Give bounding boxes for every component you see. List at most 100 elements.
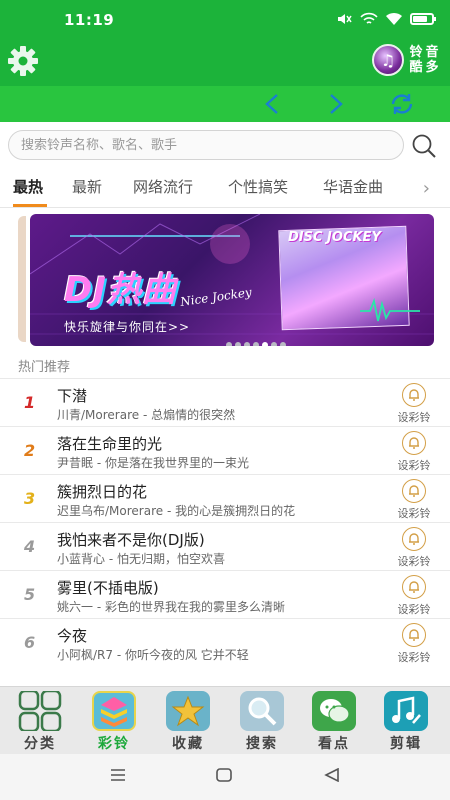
set-ringback-label: 设彩铃: [397, 651, 431, 664]
nav-label: 收藏: [172, 736, 204, 752]
magnifier-icon: [240, 691, 284, 731]
song-title: 雾里(不插电版): [57, 579, 159, 597]
song-meta: 姚六一 - 彩色的世界我在我的雾里多么清晰: [57, 600, 285, 614]
forward-button[interactable]: [322, 90, 350, 118]
signal-wifi-icon: [360, 12, 378, 24]
nav-item-favorites[interactable]: 收藏: [158, 691, 218, 755]
section-title: 热门推荐: [18, 360, 71, 375]
tab-hottest[interactable]: 最热: [13, 176, 43, 197]
bell-icon: [402, 431, 426, 455]
banner-album-text: DISC JOCKEY: [288, 230, 381, 245]
active-tab-indicator: [13, 204, 47, 207]
bell-icon: [402, 527, 426, 551]
song-row[interactable]: 2 落在生命里的光 尹昔眠 - 你是落在我世界里的一束光 设彩铃: [0, 426, 450, 474]
set-ringback-label: 设彩铃: [397, 603, 431, 616]
brand-char: 音: [425, 45, 439, 60]
chevron-right-icon: [330, 94, 343, 114]
song-title: 下潜: [57, 387, 88, 405]
chevron-right-icon[interactable]: ›: [423, 178, 430, 199]
nav-item-category[interactable]: 分类: [10, 691, 70, 755]
home-icon[interactable]: [216, 768, 232, 782]
carousel-dots: [226, 342, 286, 346]
song-meta: 小蓝背心 - 怕无归期，怕空欢喜: [57, 552, 225, 566]
brand-logo: ♫ 铃 音 酷 多: [372, 44, 440, 76]
set-ringback-button[interactable]: 设彩铃: [392, 575, 436, 617]
brand-char: 铃: [409, 45, 423, 60]
set-ringback-button[interactable]: 设彩铃: [392, 623, 436, 665]
search-row: [0, 122, 450, 168]
song-title: 簇拥烈日的花: [57, 483, 148, 501]
banner-slide[interactable]: DJ热曲 Nice Jockey 快乐旋律与你同在>> DISC JOCKEY: [30, 214, 434, 346]
battery-icon: [410, 13, 436, 25]
chevron-left-icon: [265, 94, 278, 114]
carousel-dot[interactable]: [244, 342, 250, 346]
wifi-icon: [386, 12, 402, 25]
carousel-dot-active[interactable]: [262, 342, 268, 346]
star-icon: [166, 691, 210, 731]
menu-icon[interactable]: [110, 768, 126, 782]
set-ringback-button[interactable]: 设彩铃: [392, 431, 436, 473]
bell-icon: [402, 623, 426, 647]
bell-icon: [402, 383, 426, 407]
carousel-dot[interactable]: [280, 342, 286, 346]
nav-item-ringback[interactable]: 彩铃: [84, 691, 144, 755]
set-ringback-label: 设彩铃: [397, 507, 431, 520]
carousel-dot[interactable]: [253, 342, 259, 346]
system-nav-bar: [0, 754, 450, 800]
song-row[interactable]: 1 下潜川青/Morerare - 总煽情的很突然 设彩铃: [0, 378, 450, 426]
category-tabs: 最热 最新 网络流行 个性搞笑 华语金曲 ›: [0, 168, 450, 208]
banner-carousel: DJ热曲 Nice Jockey 快乐旋律与你同在>> DISC JOCKEY: [0, 208, 450, 350]
song-row[interactable]: 6 今夜 小阿枫/R7 - 你听今夜的风 它并不轻 设彩铃: [0, 618, 450, 666]
search-input[interactable]: [9, 131, 403, 159]
search-box[interactable]: [8, 130, 404, 160]
bell-icon: [402, 479, 426, 503]
nav-label: 搜索: [246, 736, 278, 752]
previous-banner-edge[interactable]: [18, 216, 26, 342]
grid-icon: [18, 691, 62, 731]
song-meta: 小阿枫/R7 - 你听今夜的风 它并不轻: [57, 648, 249, 662]
tab-network-popular[interactable]: 网络流行: [133, 176, 193, 197]
soundwave-icon: [360, 297, 420, 322]
bell-icon: [402, 575, 426, 599]
status-icons: [336, 12, 436, 26]
song-rank: 5: [24, 585, 36, 604]
brand-char: 酷: [409, 60, 423, 75]
set-ringback-button[interactable]: 设彩铃: [392, 527, 436, 569]
nav-item-highlights[interactable]: 看点: [304, 691, 364, 755]
back-triangle-icon[interactable]: [324, 768, 340, 782]
tab-chinese-classics[interactable]: 华语金曲: [323, 176, 383, 197]
banner-headline: DJ热曲: [64, 270, 177, 310]
set-ringback-button[interactable]: 设彩铃: [392, 383, 436, 425]
brand-name: 铃 音 酷 多: [408, 45, 440, 75]
settings-gear-icon[interactable]: [6, 44, 40, 78]
song-row[interactable]: 5 雾里(不插电版) 姚六一 - 彩色的世界我在我的雾里多么清晰 设彩铃: [0, 570, 450, 618]
nav-label: 分类: [24, 736, 56, 752]
search-icon[interactable]: [410, 132, 438, 160]
song-row[interactable]: 3 簇拥烈日的花 迟里乌布/Morerare - 我的心是簇拥烈日的花 设彩铃: [0, 474, 450, 522]
nav-item-edit[interactable]: 剪辑: [376, 691, 436, 755]
mute-icon: [338, 14, 352, 24]
nav-label: 彩铃: [98, 736, 130, 752]
song-rank: 2: [24, 441, 36, 460]
set-ringback-label: 设彩铃: [397, 459, 431, 472]
carousel-dot[interactable]: [226, 342, 232, 346]
set-ringback-button[interactable]: 设彩铃: [392, 479, 436, 521]
back-button[interactable]: [258, 90, 286, 118]
set-ringback-label: 设彩铃: [397, 411, 431, 424]
song-list: 1 下潜 川青/Morerare - 总煽情的很突然 设彩铃 2 落在生命里的光 尹昔眠 -…: [0, 378, 450, 666]
song-rank: 1: [24, 393, 36, 412]
nav-item-search[interactable]: 搜索: [232, 691, 292, 755]
carousel-dot[interactable]: [271, 342, 277, 346]
song-title: 落在生命里的光: [57, 435, 163, 453]
tab-personality-funny[interactable]: 个性搞笑: [228, 176, 288, 197]
colorful-stack-icon: [92, 691, 136, 731]
song-meta: 川青/Morerare - 总煽情的很突然: [57, 408, 236, 422]
song-meta: 迟里乌布/Morerare - 我的心是簇拥烈日的花: [57, 504, 296, 518]
song-rank: 6: [24, 633, 36, 652]
carousel-dot[interactable]: [235, 342, 241, 346]
song-row[interactable]: 4 我怕来者不是你(DJ版) 小蓝背心 - 怕无归期，怕空欢喜 设彩铃: [0, 522, 450, 570]
status-bar: 11:19: [0, 0, 450, 38]
tab-newest[interactable]: 最新: [72, 176, 102, 197]
refresh-button[interactable]: [388, 90, 416, 118]
music-note-icon: ♫: [372, 44, 404, 76]
